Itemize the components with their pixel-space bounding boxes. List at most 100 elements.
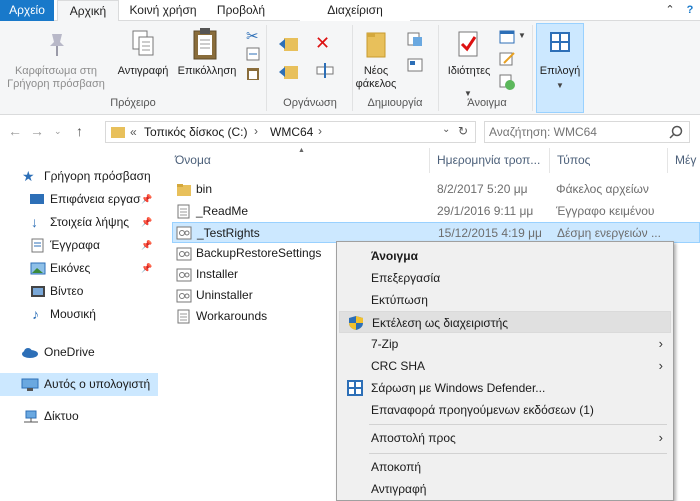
nav-desktop[interactable]: Επιφάνεια εργασ 📌 [0,188,158,211]
easy-access-icon[interactable] [406,57,424,73]
menu-item-7zip[interactable]: 7-Zip › [339,333,671,355]
ribbon-divider [266,25,267,111]
nav-downloads[interactable]: ↓ Στοιχεία λήψης 📌 [0,211,158,234]
address-bar-row: ← → ⌄ ↑ « Τοπικός δίσκος (C:) › WMC64 › … [0,115,700,148]
delete-icon[interactable]: ✕ [315,33,330,54]
address-bar[interactable]: « Τοπικός δίσκος (C:) › WMC64 › ⌄ ↻ [105,121,476,143]
ribbon: Καρφίτσωμα στη Γρήγορη πρόσβαση Αντιγραφ… [0,21,700,115]
nav-quick-access[interactable]: ★ Γρήγορη πρόσβαση [0,165,158,188]
nav-videos[interactable]: Βίντεο [0,280,158,303]
menu-item-run-as-admin[interactable]: Εκτέλεση ως διαχειριστής [339,311,671,333]
menu-item-label: Επεξεργασία [371,271,441,285]
file-type: Έγγραφο κειμένου [556,204,655,218]
nav-documents[interactable]: Έγγραφα 📌 [0,234,158,257]
forward-icon[interactable]: → [30,123,44,139]
address-dropdown-icon[interactable]: ⌄ [442,124,450,135]
windows-defender-icon [347,380,363,396]
tab-view[interactable]: Προβολή [208,0,274,21]
file-name: Workarounds [196,309,268,323]
paste-button[interactable]: Επικόλληση [175,65,239,78]
nav-this-pc-label: Αυτός ο υπολογιστή [44,377,151,391]
cut-icon[interactable]: ✂ [246,27,259,45]
copy-to-icon[interactable] [278,63,300,81]
nav-music-label: Μουσική [50,307,96,321]
minimize-ribbon-icon[interactable]: ⌃ [662,2,678,18]
file-row[interactable]: bin 8/2/2017 5:20 μμ Φάκελος αρχείων [172,179,700,200]
menu-item-restore-versions[interactable]: Επαναφορά προηγούμενων εκδόσεων (1) [339,399,671,421]
nav-pictures[interactable]: Εικόνες 📌 [0,257,158,280]
breadcrumb-wmc64[interactable]: WMC64 [270,125,313,139]
up-icon[interactable]: ↑ [76,123,83,139]
batch-file-icon [176,247,192,261]
batch-file-icon [176,289,192,303]
copy-path-icon[interactable] [246,47,260,61]
select-icon[interactable] [549,31,571,53]
copy-button[interactable]: Αντιγραφή [113,65,173,78]
tab-home[interactable]: Αρχική [57,0,119,22]
breadcrumb-separator-icon[interactable]: › [318,124,322,138]
refresh-icon[interactable]: ↻ [458,124,468,138]
tab-share[interactable]: Κοινή χρήση [124,0,202,21]
file-row[interactable]: _ReadMe 29/1/2016 9:11 μμ Έγγραφο κειμέν… [172,201,700,222]
menu-separator [369,424,667,425]
column-name[interactable]: Όνομα [168,148,430,173]
nav-network[interactable]: Δίκτυο [0,405,158,428]
open-dropdown-icon[interactable]: ▼ [518,31,526,40]
recent-locations-icon[interactable]: ⌄ [54,126,62,137]
edit-icon[interactable] [498,51,516,67]
move-to-icon[interactable] [278,35,300,53]
select-label: Επιλογή [539,65,581,77]
tab-manage[interactable]: Διαχείριση [300,0,410,21]
nav-music[interactable]: ♪ Μουσική [0,303,158,326]
file-row-selected[interactable]: _TestRights 15/12/2015 4:19 μμ Δέσμη ενε… [172,222,700,243]
context-menu: Άνοιγμα Επεξεργασία Εκτύπωση Εκτέλεση ως… [336,241,674,501]
breadcrumb-overflow[interactable]: « [130,125,137,139]
search-input[interactable] [489,124,664,140]
search-box[interactable] [484,121,690,143]
column-date-modified[interactable]: Ημερομηνία τροπ... [430,148,550,173]
breadcrumb-separator-icon[interactable]: › [254,124,258,138]
menu-item-copy[interactable]: Αντιγραφή [339,478,671,500]
breadcrumb-local-disk[interactable]: Τοπικός δίσκος (C:) [144,125,248,139]
submenu-arrow-icon: › [658,430,663,445]
new-item-icon[interactable] [406,31,424,47]
pin-quick-access-button[interactable]: Καρφίτσωμα στη Γρήγορη πρόσβαση [4,65,108,91]
properties-button[interactable]: Ιδιότητες [442,65,496,78]
back-icon[interactable]: ← [8,123,22,139]
select-dropdown-icon[interactable]: ▼ [556,81,564,90]
nav-documents-label: Έγγραφα [50,238,100,252]
nav-onedrive[interactable]: OneDrive [0,341,158,364]
pin-icon[interactable] [46,31,68,57]
pin-icon[interactable]: 📌 [141,211,152,234]
properties-icon[interactable] [456,29,480,59]
copy-icon[interactable] [130,29,156,59]
menu-item-cut[interactable]: Αποκοπή [339,456,671,478]
search-icon[interactable] [669,125,683,139]
menu-item-print[interactable]: Εκτύπωση [339,289,671,311]
pin-icon[interactable]: 📌 [141,234,152,257]
new-folder-button[interactable]: Νέος φάκελος [350,65,402,91]
paste-icon[interactable] [192,27,220,61]
ribbon-tab-bar: Αρχείο Αρχική Κοινή χρήση Προβολή Διαχεί… [0,0,700,22]
paste-shortcut-icon[interactable] [246,67,260,81]
nav-this-pc[interactable]: Αυτός ο υπολογιστή [0,373,158,396]
column-size[interactable]: Μέγ [668,148,700,173]
menu-item-edit[interactable]: Επεξεργασία [339,267,671,289]
download-arrow-icon: ↓ [31,214,38,230]
menu-item-label: Εκτέλεση ως διαχειριστής [372,316,509,330]
rename-icon[interactable] [315,61,335,79]
pin-icon[interactable]: 📌 [141,188,152,211]
pin-icon[interactable]: 📌 [141,257,152,280]
tab-file[interactable]: Αρχείο [0,0,54,21]
new-folder-icon[interactable] [364,29,388,59]
menu-item-windows-defender[interactable]: Σάρωση με Windows Defender... [339,377,671,399]
menu-item-crc-sha[interactable]: CRC SHA › [339,355,671,377]
history-icon[interactable] [498,73,516,91]
open-icon[interactable] [498,29,516,45]
nav-pictures-label: Εικόνες [50,261,91,275]
menu-item-send-to[interactable]: Αποστολή προς › [339,427,671,449]
column-type[interactable]: Τύπος [550,148,668,173]
menu-item-open[interactable]: Άνοιγμα [339,245,671,267]
pictures-icon [30,262,46,275]
help-icon[interactable]: ? [682,2,698,18]
